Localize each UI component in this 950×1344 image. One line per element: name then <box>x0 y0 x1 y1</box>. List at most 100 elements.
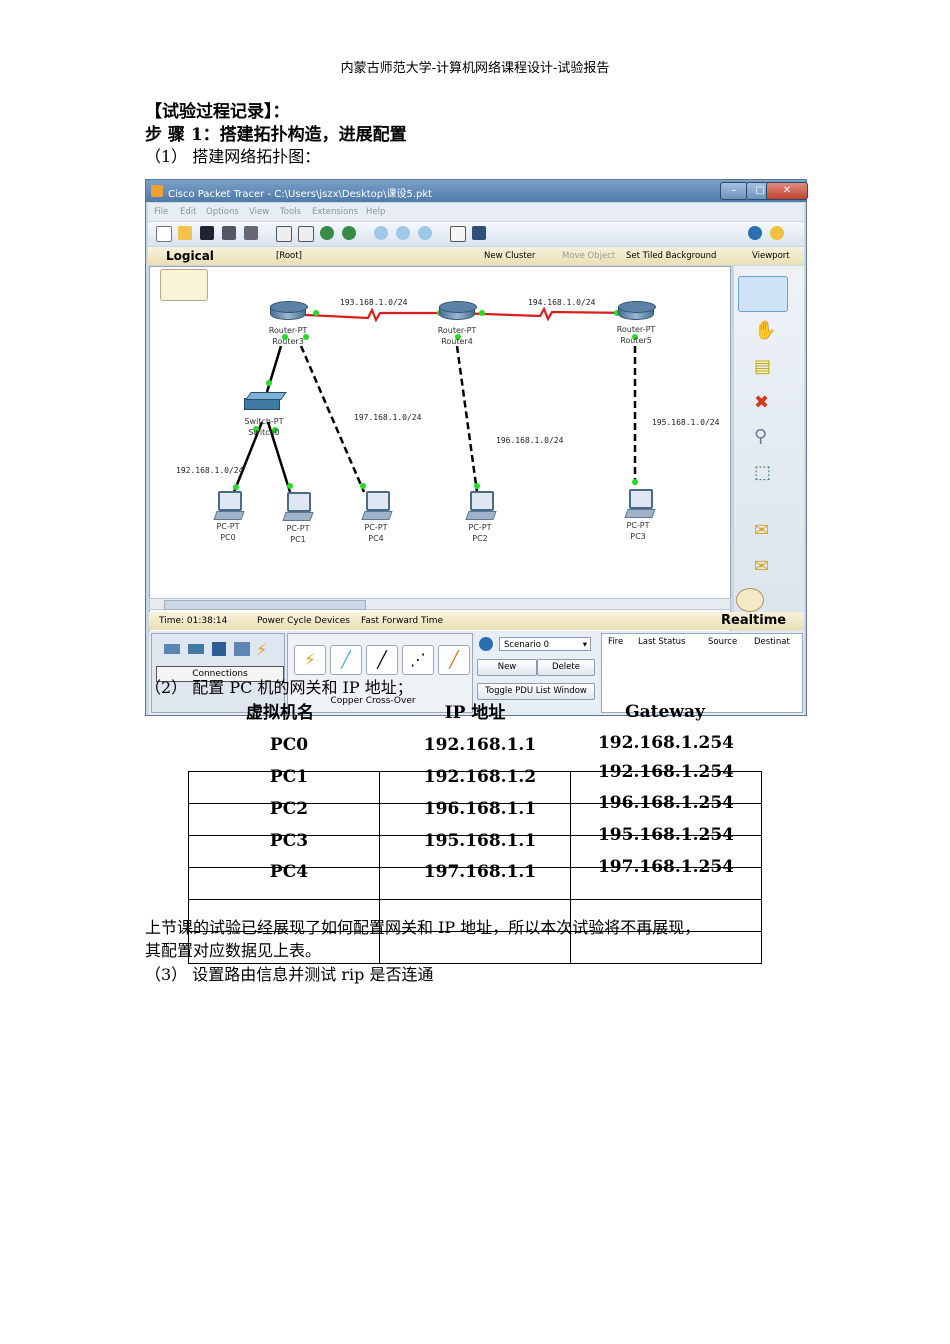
root-breadcrumb[interactable]: [Root] <box>276 251 302 261</box>
delete-scenario-button[interactable]: Delete <box>537 659 595 676</box>
workspace-bar: Logical [Root] New Cluster Move Object S… <box>148 247 804 265</box>
chevron-down-icon: ▾ <box>582 640 587 650</box>
router3-icon[interactable] <box>270 301 308 323</box>
close-icon[interactable]: ✕ <box>766 182 808 200</box>
minimize-icon[interactable]: – <box>720 182 748 200</box>
copper-crossover-icon[interactable]: ⋰ <box>402 645 434 675</box>
auto-connection-icon[interactable]: ⚡ <box>294 645 326 675</box>
hand-tool-icon[interactable]: ✋ <box>754 320 776 341</box>
undo-icon[interactable] <box>320 226 334 240</box>
pc1-type: PC-PT <box>286 524 310 533</box>
menu-edit[interactable]: Edit <box>180 207 196 217</box>
info-icon[interactable] <box>748 226 762 240</box>
zoom-reset-icon[interactable] <box>396 226 410 240</box>
realtime-clock-icon[interactable] <box>736 588 764 612</box>
delete-tool-icon[interactable]: ✖ <box>754 392 769 413</box>
menu-options[interactable]: Options <box>206 207 239 217</box>
inspect-tool-icon[interactable]: ⚲ <box>754 426 767 447</box>
network-label-196: 196.168.1.0/24 <box>496 436 564 445</box>
connections-category-icon[interactable]: ⚡ <box>256 640 267 659</box>
table-cell-name: PC3 <box>269 831 309 851</box>
switches-category-icon[interactable] <box>188 644 204 654</box>
routers-category-icon[interactable] <box>164 644 180 654</box>
table-cell-gateway: 196.168.1.254 <box>597 793 735 813</box>
fiber-icon[interactable]: ╱ <box>438 645 470 675</box>
network-label-194: 194.168.1.0/24 <box>528 298 596 307</box>
scenario-info-icon[interactable] <box>479 637 493 651</box>
help-icon[interactable] <box>770 226 784 240</box>
table-cell-name: PC1 <box>269 767 309 787</box>
pc1-icon[interactable] <box>282 492 314 522</box>
power-cycle-button[interactable]: Power Cycle Devices <box>257 616 350 626</box>
scenario-select[interactable]: Scenario 0 ▾ <box>499 637 591 651</box>
pc2-icon[interactable] <box>465 491 497 521</box>
pc1-name: PC1 <box>290 535 306 544</box>
pc2-name: PC2 <box>472 534 488 543</box>
menu-help[interactable]: Help <box>366 207 385 217</box>
menu-file[interactable]: File <box>154 207 168 217</box>
fast-forward-button[interactable]: Fast Forward Time <box>361 616 443 626</box>
pdu-col-fire: Fire <box>608 637 624 647</box>
palette-icon[interactable] <box>450 226 466 242</box>
menu-tools[interactable]: Tools <box>280 207 301 217</box>
new-file-icon[interactable] <box>156 226 172 242</box>
router4-icon[interactable] <box>439 301 477 323</box>
network-label-197: 197.168.1.0/24 <box>354 413 422 422</box>
add-simple-pdu-icon[interactable]: ✉ <box>754 520 769 541</box>
copper-straight-icon[interactable]: ╱ <box>366 645 398 675</box>
scroll-thumb[interactable] <box>164 600 366 610</box>
set-tiled-background-button[interactable]: Set Tiled Background <box>626 251 716 261</box>
subsection-1: （1） 搭建网络拓扑图： <box>145 147 321 166</box>
zoom-out-icon[interactable] <box>418 226 432 240</box>
zoom-in-icon[interactable] <box>374 226 388 240</box>
new-scenario-button[interactable]: New <box>477 659 537 676</box>
pc0-icon[interactable] <box>213 491 245 521</box>
open-folder-icon[interactable] <box>178 226 192 240</box>
paste-icon[interactable] <box>298 226 314 242</box>
hubs-category-icon[interactable] <box>212 642 226 656</box>
copy-icon[interactable] <box>276 226 292 242</box>
realtime-tab[interactable]: Realtime <box>721 613 786 628</box>
move-object-button[interactable]: Move Object <box>562 251 615 261</box>
table-cell-ip: 192.168.1.2 <box>423 767 537 787</box>
router5-icon[interactable] <box>618 301 656 323</box>
menu-extensions[interactable]: Extensions <box>312 207 358 217</box>
table-cell-ip: 196.168.1.1 <box>423 799 537 819</box>
console-cable-icon[interactable]: ╱ <box>330 645 362 675</box>
step-title: 步 骤 1：搭建拓扑构造，进展配置 <box>145 125 407 145</box>
toolbar <box>148 222 804 246</box>
packet-tracer-window: Cisco Packet Tracer - C:\Users\jszx\Desk… <box>145 179 808 716</box>
select-tool-icon[interactable] <box>738 276 788 312</box>
new-cluster-button[interactable]: New Cluster <box>484 251 535 261</box>
note-tool-icon[interactable]: ▤ <box>754 356 771 377</box>
time-display: Time: 01:38:14 <box>159 616 228 626</box>
wizard-icon[interactable] <box>244 226 258 240</box>
pc3-type: PC-PT <box>626 521 650 530</box>
resize-tool-icon[interactable]: ⬚ <box>754 462 771 483</box>
menu-view[interactable]: View <box>249 207 269 217</box>
table-cell-gateway: 192.168.1.254 <box>597 762 735 782</box>
wireless-category-icon[interactable] <box>234 642 250 656</box>
subsection-2: （2） 配置 PC 机的网关和 IP 地址； <box>145 678 413 697</box>
redo-icon[interactable] <box>342 226 356 240</box>
switch0-type: Switch-PT <box>244 417 284 426</box>
custom-device-icon[interactable] <box>472 226 486 240</box>
pc4-name: PC4 <box>368 534 384 543</box>
save-icon[interactable] <box>200 226 214 240</box>
print-icon[interactable] <box>222 226 236 240</box>
table-cell-ip: 192.168.1.1 <box>423 735 537 755</box>
pc4-icon[interactable] <box>361 491 393 521</box>
table-cell-gateway: 195.168.1.254 <box>597 825 735 845</box>
add-complex-pdu-icon[interactable]: ✉ <box>754 556 769 577</box>
paragraph-line-2: 其配置对应数据见上表。 <box>145 941 322 960</box>
pdu-col-destination: Destinat <box>754 637 790 647</box>
pc3-icon[interactable] <box>624 489 656 519</box>
network-label-193: 193.168.1.0/24 <box>340 298 408 307</box>
horizontal-scrollbar[interactable] <box>149 598 731 610</box>
switch0-icon[interactable] <box>244 392 287 410</box>
viewport-button[interactable]: Viewport <box>752 251 790 261</box>
table-header-name: 虚拟机名 <box>246 703 314 723</box>
logical-tab[interactable]: Logical <box>166 249 214 263</box>
pdu-list: Fire Last Status Source Destinat <box>601 633 803 713</box>
pdu-col-last-status: Last Status <box>638 637 686 647</box>
